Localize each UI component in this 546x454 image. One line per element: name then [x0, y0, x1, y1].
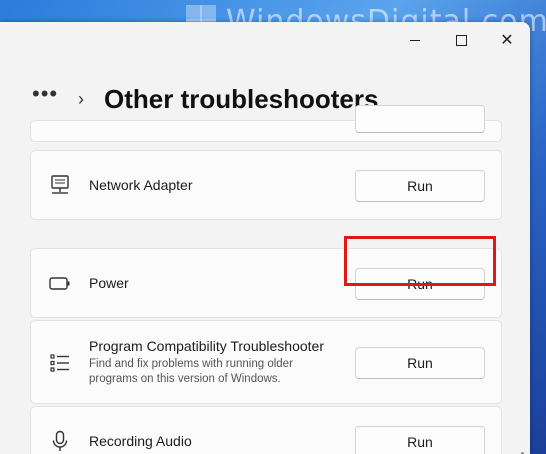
minimize-button[interactable] [392, 22, 438, 58]
more-options-button[interactable]: ••• [32, 82, 62, 104]
breadcrumb: ••• › Other troubleshooters [32, 82, 379, 115]
item-title: Network Adapter [89, 177, 193, 193]
run-button-program-compatibility[interactable]: Run [355, 347, 485, 379]
caption-buttons: ✕ [392, 22, 530, 58]
run-label: Run [407, 178, 433, 194]
close-icon: ✕ [500, 32, 514, 49]
highlight-box [344, 236, 496, 286]
maximize-icon [455, 34, 467, 46]
list-item-program-compatibility: Program Compatibility Troubleshooter Fin… [30, 320, 502, 404]
run-button-recording-audio[interactable]: Run [355, 426, 485, 454]
page-title: Other troubleshooters [104, 84, 379, 114]
run-label: Run [407, 355, 433, 371]
maximize-button[interactable] [438, 22, 484, 58]
run-button-partial[interactable] [355, 105, 485, 133]
item-description: Find and fix problems with running older… [89, 358, 293, 385]
item-title: Recording Audio [89, 433, 192, 449]
list-item-recording-audio: Recording Audio Run [30, 406, 502, 454]
chevron-right-icon: › [78, 89, 84, 109]
list-item-network-adapter: Network Adapter Run [30, 150, 502, 220]
run-label: Run [407, 434, 433, 450]
minimize-icon [410, 39, 420, 41]
close-button[interactable]: ✕ [484, 22, 530, 58]
list-item-partial [30, 105, 502, 142]
battery-icon [49, 277, 70, 290]
microphone-icon [52, 430, 68, 451]
run-button-network-adapter[interactable]: Run [355, 170, 485, 202]
list-icon [50, 354, 69, 372]
network-icon [51, 175, 69, 194]
item-title: Program Compatibility Troubleshooter [89, 338, 324, 354]
item-title: Power [89, 275, 129, 291]
